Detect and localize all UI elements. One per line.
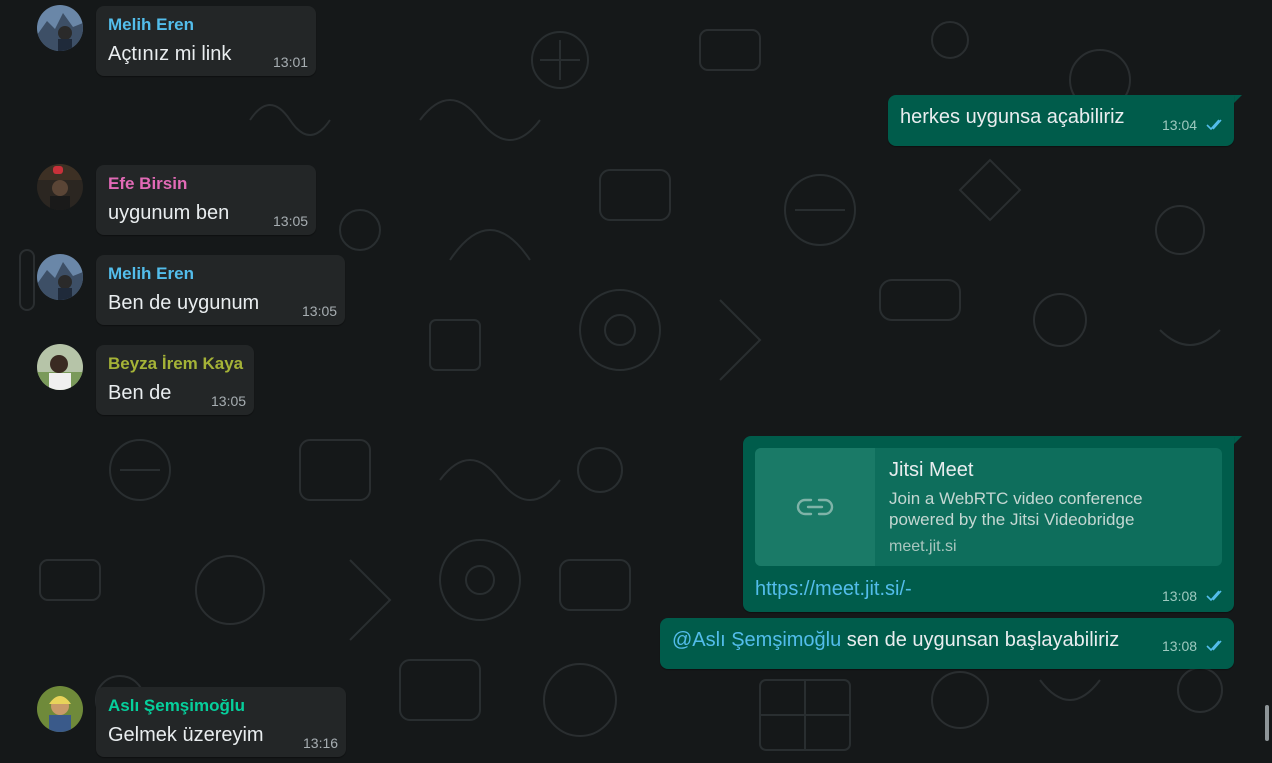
message-bubble[interactable]: @Aslı Şemşimoğlu sen de uygunsan başlaya… — [660, 618, 1234, 669]
message-time: 13:16 — [303, 735, 339, 751]
link-icon — [796, 498, 834, 516]
link-preview-description: Join a WebRTC video conference powered b… — [889, 489, 1143, 529]
sender-name[interactable]: Efe Birsin — [108, 174, 187, 194]
read-ticks-icon — [1206, 119, 1222, 131]
sender-name[interactable]: Aslı Şemşimoğlu — [108, 696, 245, 716]
message-bubble[interactable]: Melih Eren Açtınız mi link 13:01 — [96, 6, 316, 76]
sender-name[interactable]: Melih Eren — [108, 264, 194, 284]
message-bubble[interactable]: Melih Eren Ben de uygunum 13:05 — [96, 255, 345, 325]
message-time: 13:04 — [1162, 117, 1198, 133]
link-preview-title: Jitsi Meet — [889, 459, 974, 481]
message-time: 13:08 — [1162, 638, 1198, 654]
sender-name[interactable]: Beyza İrem Kaya — [108, 354, 243, 374]
message-link[interactable]: https://meet.jit.si/- — [755, 578, 912, 601]
message-text: herkes uygunsa açabiliriz — [900, 106, 1125, 128]
avatar[interactable] — [37, 164, 83, 210]
message-text: Gelmek üzereyim — [108, 724, 264, 746]
message-text-body: sen de uygunsan başlayabiliriz — [841, 629, 1120, 651]
avatar[interactable] — [37, 686, 83, 732]
message-time: 13:05 — [273, 213, 309, 229]
scrollbar-thumb[interactable] — [1265, 705, 1269, 741]
avatar[interactable] — [37, 344, 83, 390]
message-bubble[interactable]: Jitsi Meet Join a WebRTC video conferenc… — [743, 436, 1234, 612]
message-text: @Aslı Şemşimoğlu sen de uygunsan başlaya… — [672, 629, 1119, 652]
message-text: Ben de uygunum — [108, 292, 260, 314]
link-preview-card[interactable]: Jitsi Meet Join a WebRTC video conferenc… — [755, 448, 1222, 566]
message-text: uygunum ben — [108, 202, 230, 224]
avatar[interactable] — [37, 5, 83, 51]
message-text: Ben de — [108, 382, 172, 404]
message-bubble[interactable]: Efe Birsin uygunum ben 13:05 — [96, 165, 316, 235]
message-bubble[interactable]: Beyza İrem Kaya Ben de 13:05 — [96, 345, 254, 415]
message-time: 13:05 — [302, 303, 338, 319]
message-time: 13:05 — [211, 393, 247, 409]
link-preview-domain: meet.jit.si — [889, 538, 957, 555]
message-bubble[interactable]: herkes uygunsa açabiliriz 13:04 — [888, 95, 1234, 146]
message-time: 13:08 — [1162, 588, 1198, 604]
link-preview-thumbnail — [755, 448, 875, 566]
message-bubble[interactable]: Aslı Şemşimoğlu Gelmek üzereyim 13:16 — [96, 687, 346, 757]
avatar[interactable] — [37, 254, 83, 300]
read-ticks-icon — [1206, 590, 1222, 602]
message-time: 13:01 — [273, 54, 309, 70]
sender-name[interactable]: Melih Eren — [108, 15, 194, 35]
read-ticks-icon — [1206, 640, 1222, 652]
message-text: Açtınız mi link — [108, 43, 232, 65]
mention[interactable]: @Aslı Şemşimoğlu — [672, 629, 841, 651]
